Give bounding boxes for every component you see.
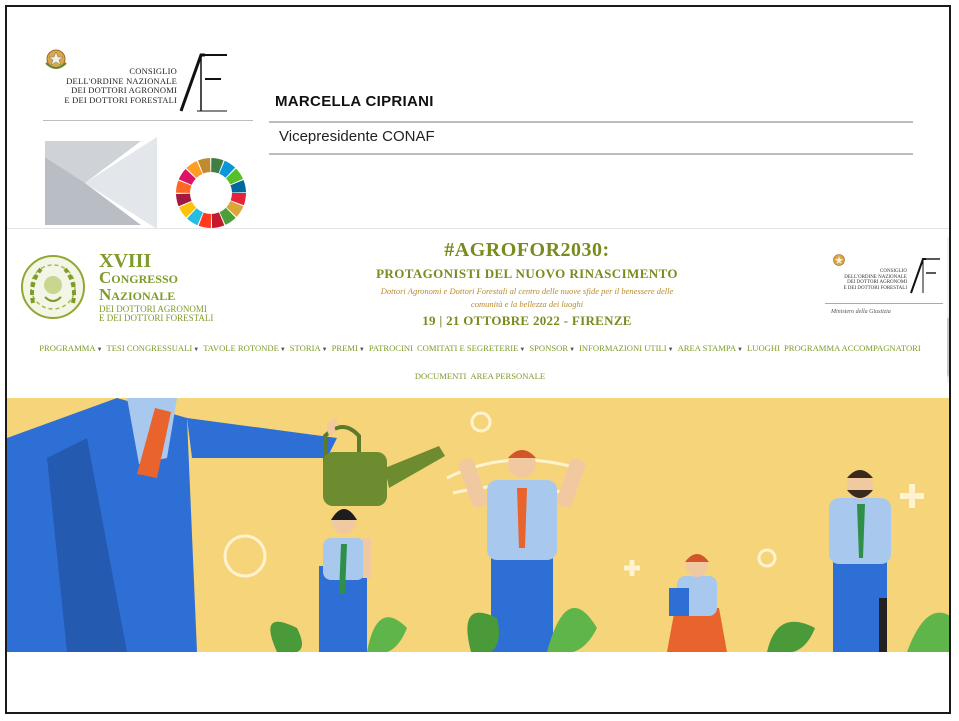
congress-logo[interactable]: XVIII Congresso Nazionale DEI DOTTORI AG… <box>15 247 255 327</box>
name-rule <box>269 121 913 123</box>
hero-banner <box>7 398 949 652</box>
sparkle-plus-icon <box>624 560 640 576</box>
website-screenshot: XVIII Congresso Nazionale DEI DOTTORI AG… <box>7 228 949 652</box>
conaf-org-name: CONSIGLIO DELL'ORDINE NAZIONALE DEI DOTT… <box>37 66 177 105</box>
speaker-role: Vicepresidente CONAF <box>279 128 435 145</box>
girl-with-clipboard-figure <box>667 554 727 652</box>
ministry-label: Ministero della Giustizia <box>831 309 891 315</box>
caret-down-icon: ▼ <box>358 347 365 353</box>
conaf-small-divider <box>825 303 943 304</box>
event-date: 19 | 21 OTTOBRE 2022 - FIRENZE <box>422 313 632 328</box>
sparkle-plus-icon <box>900 484 924 508</box>
nav-item-label: TESI CONGRESSUALI <box>106 343 193 353</box>
nav-item-label: AREA PERSONALE <box>470 371 546 381</box>
event-description-line-1: Dottori Agronomi e Dottori Forestali al … <box>380 286 674 296</box>
org-line-4: E DEI DOTTORI FORESTALI <box>64 94 177 105</box>
nazionale-word: Nazionale <box>99 285 176 304</box>
slide-frame: CONSIGLIO DELL'ORDINE NAZIONALE DEI DOTT… <box>5 5 951 714</box>
laurel-wreath-icon <box>21 255 85 319</box>
event-title: #AGROFOR2030: <box>444 239 610 261</box>
caret-down-icon: ▼ <box>193 347 200 353</box>
af-monogram-icon <box>179 53 227 112</box>
logo-divider <box>43 120 253 121</box>
italian-emblem-small-icon <box>833 254 845 266</box>
main-navigation: PROGRAMMA▼ TESI CONGRESSUALI▼ TAVOLE ROTON… <box>7 341 949 383</box>
sparkle-ring-icon <box>757 548 777 568</box>
conaf-small-logo: CONSIGLIO DELL'ORDINE NAZIONALE DEI DOTT… <box>815 253 945 323</box>
nav-row-2: DOCUMENTI AREA PERSONALE <box>7 369 949 383</box>
nav-row-1: PROGRAMMA▼ TESI CONGRESSUALI▼ TAVOLE ROTON… <box>7 341 949 357</box>
event-subtitle: PROTAGONISTI DEL NUOVO RINASCIMENTO <box>376 266 678 281</box>
sparkle-ring-icon <box>223 534 267 578</box>
sparkle-ring-icon <box>470 411 492 433</box>
gray-arrow-logo-icon <box>45 137 157 229</box>
nav-item-comitati-e-segreterie[interactable]: COMITATI E SEGRETERIE▼ <box>417 341 525 357</box>
event-info: #AGROFOR2030: PROTAGONISTI DEL NUOVO RIN… <box>337 237 717 329</box>
nav-item-label: COMITATI E SEGRETERIE <box>416 343 519 353</box>
nav-item-luoghi[interactable]: LUOGHI <box>747 341 780 355</box>
nav-item-area-personale[interactable]: AREA PERSONALE <box>470 369 545 383</box>
nav-item-label: TAVOLE ROTONDE <box>203 343 279 353</box>
site-header: XVIII Congresso Nazionale DEI DOTTORI AG… <box>7 229 949 397</box>
bearded-man-figure <box>829 470 891 652</box>
congress-sub-2: E DEI DOTTORI FORESTALI <box>99 313 214 323</box>
nav-item-label: STORIA <box>289 343 321 353</box>
nav-item-tavole-rotonde[interactable]: TAVOLE ROTONDE▼ <box>203 341 286 357</box>
nav-item-programma[interactable]: PROGRAMMA▼ <box>39 341 102 357</box>
scrollbar-thumb[interactable] <box>947 317 949 377</box>
nav-item-area-stampa[interactable]: AREA STAMPA▼ <box>678 341 743 357</box>
nav-item-storia[interactable]: STORIA▼ <box>290 341 328 357</box>
conaf-small-org: CONSIGLIO DELL'ORDINE NAZIONALE DEI DOTT… <box>815 269 907 291</box>
caret-down-icon: ▼ <box>96 347 103 353</box>
speaker-name: MARCELLA CIPRIANI <box>275 93 434 110</box>
caret-down-icon: ▼ <box>667 347 674 353</box>
conaf-logo: CONSIGLIO DELL'ORDINE NAZIONALE DEI DOTT… <box>37 47 227 117</box>
role-rule <box>269 153 913 155</box>
nav-item-label: LUOGHI <box>747 343 780 353</box>
nav-item-label: PREMI <box>331 343 358 353</box>
sdg-wheel-icon <box>176 158 246 228</box>
caret-down-icon: ▼ <box>321 347 328 353</box>
event-description-line-2: comunità e la bellezza dei luoghi <box>470 299 584 309</box>
nav-item-sponsor[interactable]: SPONSOR▼ <box>529 341 575 357</box>
page-scrollbar[interactable] <box>947 237 949 383</box>
nav-item-label: PROGRAMMA ACCOMPAGNATORI <box>783 343 921 353</box>
big-man-figure <box>7 398 337 652</box>
hero-illustration <box>7 398 949 652</box>
nav-item-documenti[interactable]: DOCUMENTI <box>415 369 467 383</box>
af-monogram-small-icon <box>910 258 940 294</box>
nav-item-informazioni-utili[interactable]: INFORMAZIONI UTILI▼ <box>579 341 674 357</box>
nav-item-label: PROGRAMMA <box>39 343 96 353</box>
nav-item-label: INFORMAZIONI UTILI <box>579 343 667 353</box>
nav-item-tesi-congressuali[interactable]: TESI CONGRESSUALI▼ <box>107 341 200 357</box>
nav-item-label: SPONSOR <box>529 343 569 353</box>
watering-can-icon <box>323 418 445 506</box>
nav-item-label: PATROCINI <box>368 343 413 353</box>
nav-item-label: DOCUMENTI <box>414 371 467 381</box>
small-org-line-4: E DEI DOTTORI FORESTALI <box>843 285 907 291</box>
caret-down-icon: ▼ <box>569 347 576 353</box>
caret-down-icon: ▼ <box>279 347 286 353</box>
nav-item-patrocini[interactable]: PATROCINI <box>369 341 413 355</box>
nav-item-programma-accompagnatori[interactable]: PROGRAMMA ACCOMPAGNATORI <box>784 341 921 355</box>
nav-item-premi[interactable]: PREMI▼ <box>332 341 365 357</box>
congress-word: Congresso <box>99 268 178 287</box>
caret-down-icon: ▼ <box>737 347 743 353</box>
nav-item-label: AREA STAMPA <box>677 343 737 353</box>
caret-down-icon: ▼ <box>519 347 526 353</box>
woman-figure <box>319 509 371 652</box>
